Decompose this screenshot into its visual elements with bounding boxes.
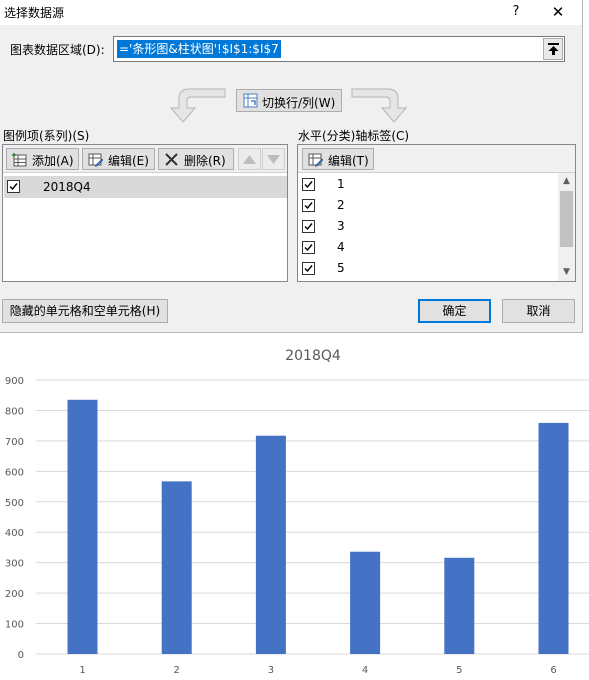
add-series-label: 添加(A) — [32, 154, 74, 168]
edit-series-label: 编辑(E) — [108, 154, 149, 168]
switch-row-column-button[interactable]: 切换行/列(W) — [236, 89, 342, 112]
y-tick-label: 900 — [5, 376, 24, 387]
bar-6[interactable] — [538, 422, 569, 654]
x-tick-label: 2 — [174, 665, 180, 676]
checkmark-icon — [9, 183, 18, 191]
bar-1[interactable] — [67, 399, 98, 654]
legend-entries-label: 图例项(系列)(S) — [3, 129, 90, 143]
category-list-item[interactable]: 4 — [299, 237, 557, 258]
checkmark-icon — [304, 265, 313, 273]
y-tick-label: 400 — [5, 528, 24, 539]
curved-arrow-right-icon — [351, 88, 408, 123]
gridlines — [36, 379, 589, 655]
help-button[interactable]: ? — [506, 2, 526, 22]
y-tick-label: 800 — [5, 406, 24, 417]
y-tick-label: 600 — [5, 467, 24, 478]
series-list-item[interactable]: 2018Q4 — [4, 176, 287, 198]
dialog-titlebar: 选择数据源 ? ✕ — [0, 0, 582, 25]
scroll-up-chevron-icon[interactable]: ▲ — [558, 173, 575, 190]
delete-x-icon — [165, 153, 178, 166]
y-tick-label: 500 — [5, 498, 24, 509]
x-axis-labels: 1 2 3 4 5 6 — [79, 665, 556, 676]
x-tick-label: 1 — [79, 665, 85, 676]
dialog-title: 选择数据源 — [4, 6, 65, 20]
legend-entries-panel: 添加(A) 编辑(E) 删除(R) 2018Q4 — [2, 144, 288, 282]
scroll-down-chevron-icon[interactable]: ▼ — [558, 264, 575, 281]
close-button[interactable]: ✕ — [546, 2, 570, 22]
x-tick-label: 3 — [268, 665, 274, 676]
scroll-thumb[interactable] — [560, 191, 573, 247]
bar-2[interactable] — [161, 481, 192, 654]
category-list-item[interactable]: 2 — [299, 195, 557, 216]
legend-entries-toolbar: 添加(A) 编辑(E) 删除(R) — [3, 145, 287, 173]
collapse-arrow-icon — [548, 43, 559, 55]
bar-chart[interactable]: 2018Q4 0 100 200 300 400 500 600 700 800 900 1 2 3 4… — [0, 334, 589, 680]
switch-row-column-icon — [243, 93, 258, 108]
add-table-icon — [12, 153, 27, 167]
ok-button[interactable]: 确定 — [418, 299, 491, 323]
category-checkbox[interactable] — [302, 199, 315, 212]
y-tick-label: 200 — [5, 589, 24, 600]
axis-labels-panel: 编辑(T) 1 2 3 4 5 ▲ ▼ — [297, 144, 576, 282]
delete-series-label: 删除(R) — [184, 154, 226, 168]
edit-table-icon — [88, 153, 103, 167]
move-up-button[interactable] — [238, 148, 261, 170]
x-tick-label: 4 — [362, 665, 368, 676]
move-down-button[interactable] — [262, 148, 285, 170]
edit-axis-labels-label: 编辑(T) — [328, 154, 369, 168]
bar-5[interactable] — [444, 557, 475, 654]
category-label: 3 — [337, 219, 345, 233]
category-checkbox[interactable] — [302, 178, 315, 191]
y-axis-labels: 0 100 200 300 400 500 600 700 800 900 — [5, 376, 24, 661]
chart-data-range-value: ='条形图&柱状图'!$I$1:$I$7 — [117, 40, 281, 58]
edit-axis-labels-button[interactable]: 编辑(T) — [302, 148, 374, 170]
edit-table-icon — [308, 153, 323, 167]
curved-arrow-left-icon — [169, 88, 226, 123]
triangle-down-icon — [267, 155, 280, 164]
bar-series[interactable] — [67, 399, 569, 654]
bar-4[interactable] — [350, 551, 381, 654]
checkmark-icon — [304, 181, 313, 189]
axis-labels-toolbar: 编辑(T) — [298, 145, 575, 173]
series-checkbox[interactable] — [7, 180, 20, 193]
chart-data-range-label: 图表数据区域(D): — [10, 43, 105, 57]
chart-data-range-input[interactable]: ='条形图&柱状图'!$I$1:$I$7 — [113, 36, 565, 62]
category-list-item[interactable]: 1 — [299, 174, 557, 195]
category-label: 5 — [337, 261, 345, 275]
chart-area[interactable]: 2018Q4 0 100 200 300 400 500 600 700 800 900 1 2 3 4… — [0, 334, 589, 680]
checkmark-icon — [304, 202, 313, 210]
category-label: 4 — [337, 240, 345, 254]
series-name: 2018Q4 — [43, 180, 91, 194]
chart-title[interactable]: 2018Q4 — [285, 348, 341, 364]
y-tick-label: 0 — [18, 650, 24, 661]
bar-3[interactable] — [255, 435, 286, 654]
category-checkbox[interactable] — [302, 241, 315, 254]
category-checkbox[interactable] — [302, 220, 315, 233]
category-list-scrollbar[interactable]: ▲ ▼ — [558, 173, 575, 281]
axis-labels-label: 水平(分类)轴标签(C) — [298, 129, 410, 143]
category-list-item[interactable]: 3 — [299, 216, 557, 237]
category-label: 2 — [337, 198, 345, 212]
category-label: 1 — [337, 177, 345, 191]
checkmark-icon — [304, 223, 313, 231]
y-tick-label: 100 — [5, 620, 24, 631]
add-series-button[interactable]: 添加(A) — [6, 148, 79, 170]
collapse-dialog-button[interactable] — [543, 38, 563, 60]
switch-row-column-label: 切换行/列(W) — [262, 96, 336, 110]
x-tick-label: 6 — [550, 665, 556, 676]
select-data-source-dialog: 选择数据源 ? ✕ 图表数据区域(D): ='条形图&柱状图'!$I$1:$I$… — [0, 0, 583, 333]
y-tick-label: 300 — [5, 559, 24, 570]
delete-series-button[interactable]: 删除(R) — [158, 148, 234, 170]
edit-series-button[interactable]: 编辑(E) — [82, 148, 155, 170]
category-list-item[interactable]: 5 — [299, 258, 557, 279]
y-tick-label: 700 — [5, 437, 24, 448]
cancel-button[interactable]: 取消 — [502, 299, 575, 323]
x-tick-label: 5 — [456, 665, 462, 676]
triangle-up-icon — [243, 155, 256, 164]
hidden-empty-cells-button[interactable]: 隐藏的单元格和空单元格(H) — [2, 299, 168, 323]
checkmark-icon — [304, 244, 313, 252]
category-checkbox[interactable] — [302, 262, 315, 275]
